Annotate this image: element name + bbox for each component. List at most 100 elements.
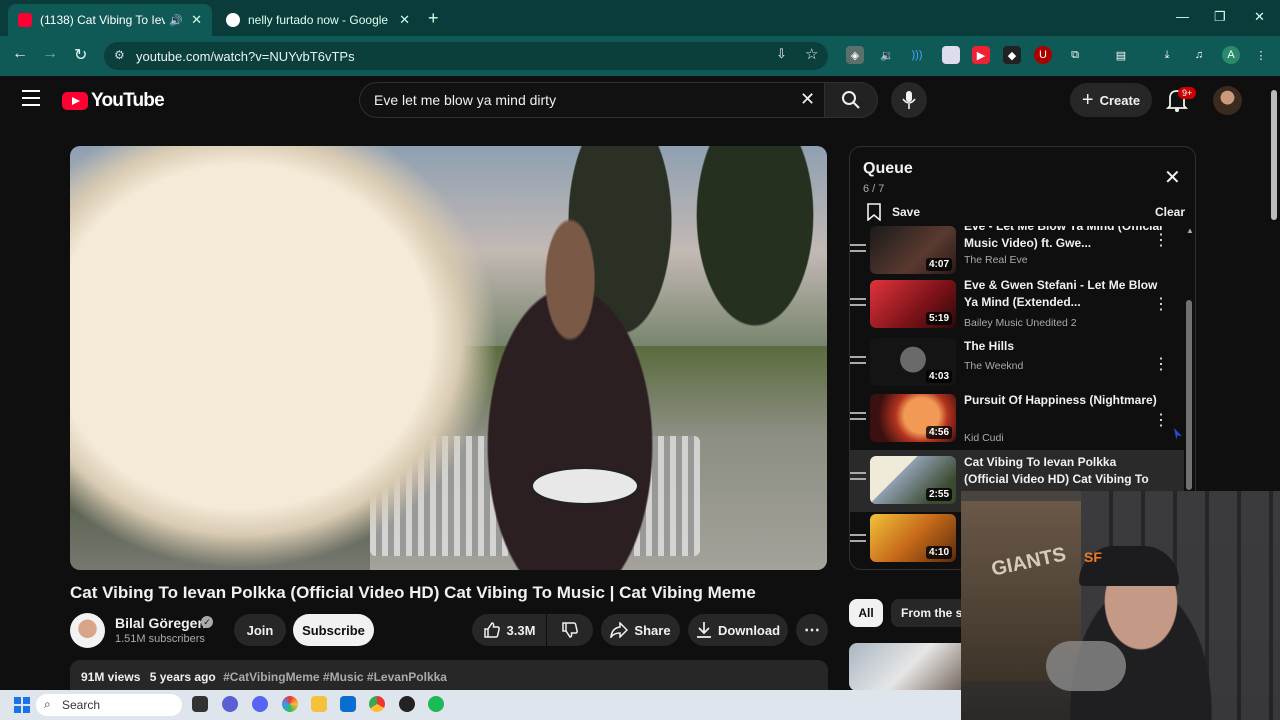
task-view-icon[interactable] xyxy=(192,696,208,712)
download-icon xyxy=(696,622,711,638)
hamburger-menu-icon[interactable] xyxy=(22,90,40,106)
restore-icon[interactable]: ❐ xyxy=(1214,9,1226,25)
join-button[interactable]: Join xyxy=(234,614,286,646)
back-icon[interactable]: ← xyxy=(12,45,28,63)
queue-item[interactable]: 4:56 Pursuit Of Happiness (Nightmare) Ki… xyxy=(850,390,1184,447)
bookmark-star-icon[interactable]: ☆ xyxy=(805,45,818,63)
duration-badge: 4:03 xyxy=(925,370,952,383)
new-tab-button[interactable]: + xyxy=(428,8,439,29)
diamond-extension-icon[interactable]: ◆ xyxy=(1003,46,1021,64)
more-options-icon[interactable]: ⋮ xyxy=(1153,354,1169,374)
drag-handle-icon[interactable] xyxy=(850,472,866,484)
file-explorer-icon[interactable] xyxy=(311,696,327,712)
search-button[interactable] xyxy=(824,82,878,118)
join-label: Join xyxy=(246,622,274,638)
chrome-menu-icon[interactable]: ⋮ xyxy=(1252,46,1270,64)
hashtags[interactable]: #CatVibingMeme #Music #LevanPolkka xyxy=(223,670,447,684)
queue-thumbnail: 4:03 xyxy=(870,338,956,386)
install-app-icon[interactable]: ⇩ xyxy=(776,46,787,62)
search-icon: ⌕ xyxy=(44,697,51,711)
ublock-extension-icon[interactable]: U xyxy=(1034,46,1052,64)
recommended-thumbnail[interactable] xyxy=(849,643,969,691)
subscribe-button[interactable]: Subscribe xyxy=(293,614,374,646)
close-tab-icon[interactable]: ✕ xyxy=(191,12,202,28)
discord-icon[interactable] xyxy=(252,696,268,712)
queue-thumbnail: 4:56 xyxy=(870,394,956,442)
more-options-icon[interactable]: ⋮ xyxy=(1153,410,1169,430)
spotify-icon[interactable] xyxy=(428,696,444,712)
youtube-play-logo-icon xyxy=(62,92,88,110)
browser-tab-google[interactable]: nelly furtado now - Google Search ✕ xyxy=(216,4,420,36)
google-favicon-icon xyxy=(226,13,240,27)
video-frame-cat xyxy=(70,146,500,570)
queue-item[interactable]: 4:07 Eve - Let Me Blow Ya Mind (Official… xyxy=(850,226,1184,279)
like-count: 3.3M xyxy=(506,622,536,638)
download-button[interactable]: Download xyxy=(688,614,788,646)
account-avatar[interactable] xyxy=(1213,86,1242,115)
media-control-icon[interactable]: ♫ xyxy=(1190,46,1208,64)
reading-list-icon[interactable]: ▤ xyxy=(1112,46,1130,64)
chip-all[interactable]: All xyxy=(849,599,883,627)
address-bar[interactable]: ⚙ youtube.com/watch?v=NUYvbT6vTPs xyxy=(104,42,828,70)
upload-age: 5 years ago xyxy=(149,670,216,684)
like-button[interactable]: 3.3M xyxy=(472,614,546,646)
queue-item-title: Eve - Let Me Blow Ya Mind (Official Musi… xyxy=(964,226,1163,250)
reload-icon[interactable]: ↻ xyxy=(74,45,87,65)
queue-item[interactable]: 5:19 Eve & Gwen Stefani - Let Me Blow Ya… xyxy=(850,276,1184,333)
thumbs-down-icon xyxy=(562,622,578,638)
audio-wave-extension-icon[interactable]: ))) xyxy=(908,46,926,64)
drag-handle-icon[interactable] xyxy=(850,412,866,424)
minimize-icon[interactable]: — xyxy=(1176,9,1189,24)
video-player[interactable] xyxy=(70,146,827,570)
chat-app-icon[interactable] xyxy=(222,696,238,712)
more-options-icon[interactable]: ⋮ xyxy=(1153,294,1169,314)
close-window-icon[interactable]: ✕ xyxy=(1254,9,1265,25)
browser-tab-youtube[interactable]: (1138) Cat Vibing To Ievan Polkka 🔊 ✕ xyxy=(8,4,212,36)
volume-extension-icon[interactable]: 🔉 xyxy=(878,46,896,64)
share-button[interactable]: Share xyxy=(601,614,680,646)
clear-search-icon[interactable]: ✕ xyxy=(800,89,815,110)
more-options-icon[interactable]: ⋮ xyxy=(1153,230,1169,250)
more-actions-button[interactable]: ⋯ xyxy=(796,614,828,646)
dislike-button[interactable] xyxy=(547,614,593,646)
extensions-puzzle-icon[interactable]: ⧉ xyxy=(1066,46,1084,64)
shield-extension-icon[interactable]: ◈ xyxy=(846,46,864,64)
drag-handle-icon[interactable] xyxy=(850,356,866,368)
channel-name[interactable]: Bilal Göregen xyxy=(115,615,206,631)
site-info-icon[interactable]: ⚙ xyxy=(114,48,125,62)
obs-icon[interactable] xyxy=(399,696,415,712)
channel-avatar[interactable] xyxy=(70,613,105,648)
chrome-icon[interactable] xyxy=(369,696,385,712)
store-icon[interactable] xyxy=(340,696,356,712)
close-tab-icon[interactable]: ✕ xyxy=(399,12,410,28)
profile-avatar-icon[interactable]: A xyxy=(1222,46,1240,64)
drag-handle-icon[interactable] xyxy=(850,534,866,546)
voice-search-button[interactable] xyxy=(891,82,927,118)
queue-scroll-thumb[interactable] xyxy=(1186,300,1192,490)
clear-queue-button[interactable]: Clear xyxy=(1155,205,1185,219)
create-label: Create xyxy=(1099,92,1141,108)
create-button[interactable]: + Create xyxy=(1070,83,1152,117)
forward-icon[interactable]: → xyxy=(42,45,58,63)
youtube-logo[interactable]: YouTube xyxy=(62,90,165,112)
logo-text: YouTube xyxy=(91,90,165,111)
duration-badge: 5:19 xyxy=(925,312,952,325)
drag-handle-icon[interactable] xyxy=(850,298,866,310)
copilot-icon[interactable] xyxy=(282,696,298,712)
queue-item-channel: The Real Eve xyxy=(964,254,1028,266)
video-extension-icon[interactable]: ▶ xyxy=(972,46,990,64)
windows-start-icon[interactable] xyxy=(14,697,30,718)
page-scroll-thumb[interactable] xyxy=(1271,90,1277,220)
taskbar-search[interactable]: ⌕ Search xyxy=(36,694,182,716)
video-frame-drum xyxy=(530,466,640,506)
scroll-up-arrow-icon[interactable]: ▲ xyxy=(1186,226,1194,235)
save-queue-button[interactable]: Save xyxy=(866,203,920,221)
screen-extension-icon[interactable] xyxy=(942,46,960,64)
chip-from-series[interactable]: From the se xyxy=(891,599,971,627)
queue-item[interactable]: 4:03 The Hills The Weeknd ⋮ xyxy=(850,334,1184,391)
drag-handle-icon[interactable] xyxy=(850,244,866,256)
search-input[interactable]: Eve let me blow ya mind dirty xyxy=(359,82,825,118)
webcam-overlay: GIANTS SF xyxy=(961,491,1280,720)
downloads-icon[interactable]: ⤓ xyxy=(1158,46,1176,64)
close-queue-icon[interactable]: ✕ xyxy=(1164,165,1181,190)
